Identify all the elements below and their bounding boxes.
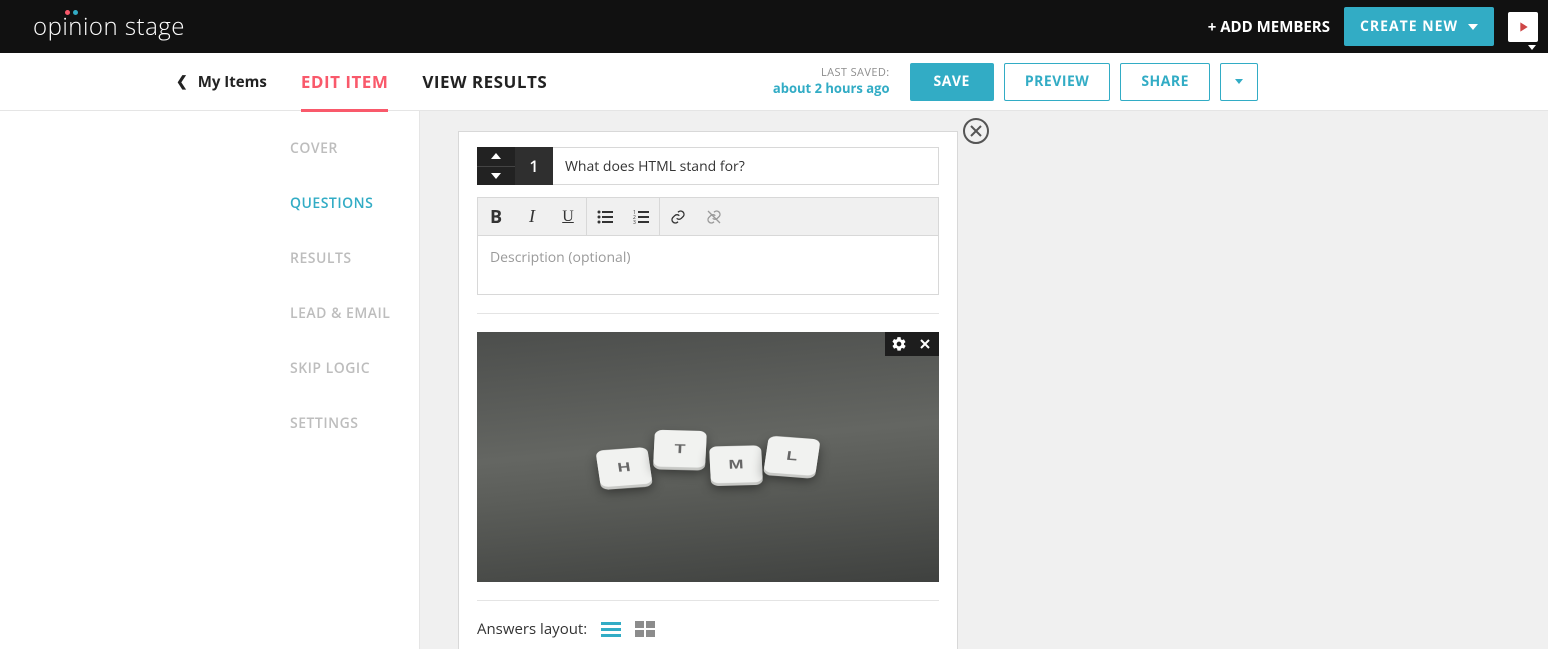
sidebar: COVER QUESTIONS RESULTS LEAD & EMAIL SKI… bbox=[0, 111, 420, 649]
save-button[interactable]: SAVE bbox=[910, 63, 994, 101]
sidebar-item-results[interactable]: RESULTS bbox=[290, 249, 419, 268]
answers-layout-label: Answers layout: bbox=[477, 619, 587, 639]
avatar-caret-icon bbox=[1528, 45, 1536, 50]
chevron-left-icon: ❮ bbox=[176, 72, 188, 91]
editor-canvas: 1 What does HTML stand for? B I U 123 bbox=[420, 111, 1548, 649]
last-saved-value: about 2 hours ago bbox=[773, 80, 890, 97]
sidebar-item-lead-email[interactable]: LEAD & EMAIL bbox=[290, 304, 419, 323]
bullet-list-button[interactable] bbox=[587, 198, 623, 235]
share-button[interactable]: SHARE bbox=[1120, 63, 1210, 101]
sidebar-item-cover[interactable]: COVER bbox=[290, 139, 419, 158]
layout-list-button[interactable] bbox=[601, 621, 621, 637]
sidebar-item-settings[interactable]: SETTINGS bbox=[290, 414, 419, 433]
close-icon bbox=[917, 336, 933, 352]
move-up-button[interactable] bbox=[477, 147, 515, 167]
avatar-icon bbox=[1515, 19, 1531, 35]
question-card: 1 What does HTML stand for? B I U 123 bbox=[458, 131, 958, 649]
unlink-button[interactable] bbox=[696, 198, 732, 235]
reorder-arrows bbox=[477, 147, 515, 185]
more-actions-button[interactable] bbox=[1220, 63, 1258, 101]
tile-t: T bbox=[653, 430, 707, 468]
italic-button[interactable]: I bbox=[514, 198, 550, 235]
sidebar-item-questions[interactable]: QUESTIONS bbox=[290, 194, 419, 213]
link-icon bbox=[670, 209, 686, 225]
unlink-icon bbox=[706, 209, 722, 225]
numbered-list-button[interactable]: 123 bbox=[623, 198, 659, 235]
main: COVER QUESTIONS RESULTS LEAD & EMAIL SKI… bbox=[0, 111, 1548, 649]
close-icon bbox=[970, 125, 982, 137]
answers-layout: Answers layout: bbox=[477, 619, 939, 639]
subheader-left: ❮ My Items EDIT ITEM VIEW RESULTS bbox=[176, 52, 547, 111]
add-members-button[interactable]: + ADD MEMBERS bbox=[1208, 17, 1330, 37]
layout-list-icon bbox=[601, 621, 621, 637]
question-number: 1 bbox=[515, 147, 553, 185]
user-avatar[interactable] bbox=[1508, 12, 1538, 42]
editor-toolbar: B I U 123 bbox=[478, 198, 938, 236]
top-actions: + ADD MEMBERS CREATE NEW bbox=[1208, 7, 1538, 46]
sidebar-item-skip-logic[interactable]: SKIP LOGIC bbox=[290, 359, 419, 378]
logo-text: opinion stage bbox=[33, 10, 185, 43]
media-image: H T M L bbox=[477, 332, 939, 582]
back-label: My Items bbox=[198, 72, 267, 92]
question-title-row: 1 What does HTML stand for? bbox=[477, 147, 939, 185]
media-settings-button[interactable] bbox=[891, 336, 907, 352]
back-my-items[interactable]: ❮ My Items bbox=[176, 72, 267, 92]
move-down-button[interactable] bbox=[477, 167, 515, 186]
divider bbox=[477, 600, 939, 601]
link-button[interactable] bbox=[660, 198, 696, 235]
tile-m: M bbox=[709, 445, 763, 483]
create-new-button[interactable]: CREATE NEW bbox=[1344, 7, 1494, 46]
top-bar: opinion stage + ADD MEMBERS CREATE NEW bbox=[0, 0, 1548, 53]
logo[interactable]: opinion stage bbox=[18, 10, 185, 43]
layout-grid-icon bbox=[635, 621, 655, 637]
bullet-list-icon bbox=[597, 210, 613, 224]
media-remove-button[interactable] bbox=[917, 336, 933, 352]
create-new-label: CREATE NEW bbox=[1360, 17, 1458, 36]
last-saved: LAST SAVED: about 2 hours ago bbox=[773, 66, 890, 97]
subheader-right: LAST SAVED: about 2 hours ago SAVE PREVI… bbox=[773, 63, 1258, 101]
description-editor: B I U 123 bbox=[477, 197, 939, 295]
tab-edit-item[interactable]: EDIT ITEM bbox=[301, 52, 389, 111]
question-media[interactable]: H T M L bbox=[477, 332, 939, 582]
divider bbox=[477, 313, 939, 314]
tile-h: H bbox=[595, 447, 652, 487]
close-card-button[interactable] bbox=[963, 118, 989, 144]
caret-down-icon bbox=[1468, 24, 1478, 30]
svg-text:3: 3 bbox=[633, 220, 636, 224]
underline-button[interactable]: U bbox=[550, 198, 586, 235]
preview-button[interactable]: PREVIEW bbox=[1004, 63, 1110, 101]
layout-grid-button[interactable] bbox=[635, 621, 655, 637]
caret-down-icon bbox=[1235, 79, 1243, 84]
numbered-list-icon: 123 bbox=[633, 210, 649, 224]
question-title-input[interactable]: What does HTML stand for? bbox=[553, 147, 939, 185]
logo-dots-icon bbox=[65, 10, 78, 15]
description-input[interactable]: Description (optional) bbox=[478, 236, 938, 294]
gear-icon bbox=[891, 336, 907, 352]
media-tiles: H T M L bbox=[598, 436, 818, 473]
media-controls bbox=[885, 332, 939, 356]
tab-view-results[interactable]: VIEW RESULTS bbox=[422, 52, 547, 111]
last-saved-label: LAST SAVED: bbox=[773, 66, 890, 80]
sub-header: ❮ My Items EDIT ITEM VIEW RESULTS LAST S… bbox=[0, 53, 1548, 111]
bold-button[interactable]: B bbox=[478, 198, 514, 235]
tile-l: L bbox=[763, 436, 820, 476]
